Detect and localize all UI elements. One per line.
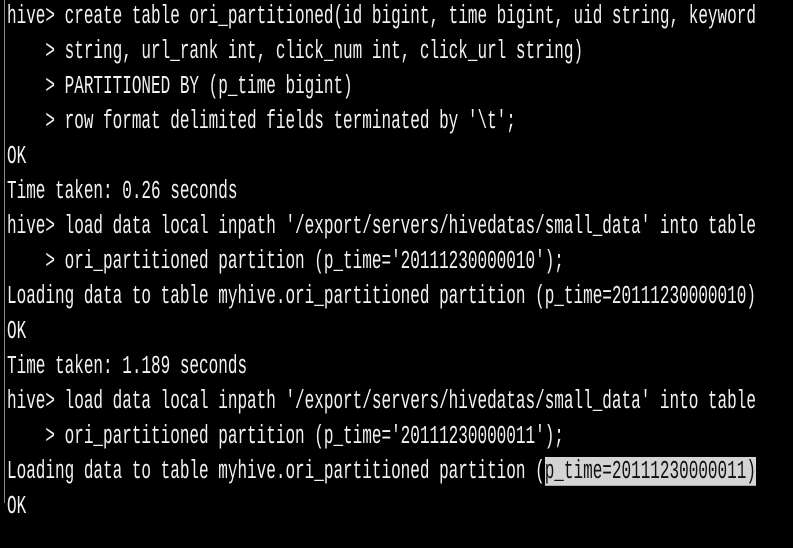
terminal-text: Loading data to table myhive.ori_partiti… [7,457,545,486]
terminal-line: Loading data to table myhive.ori_partiti… [7,282,756,311]
terminal-line: > row format delimited fields terminated… [7,107,516,136]
terminal-window[interactable]: hive> create table ori_partitioned(id bi… [4,0,793,521]
terminal-line: Loading data to table myhive.ori_partiti… [7,457,756,513]
selected-text[interactable]: p_time=20111230000011) [544,457,756,486]
terminal-line: OK [7,492,27,521]
